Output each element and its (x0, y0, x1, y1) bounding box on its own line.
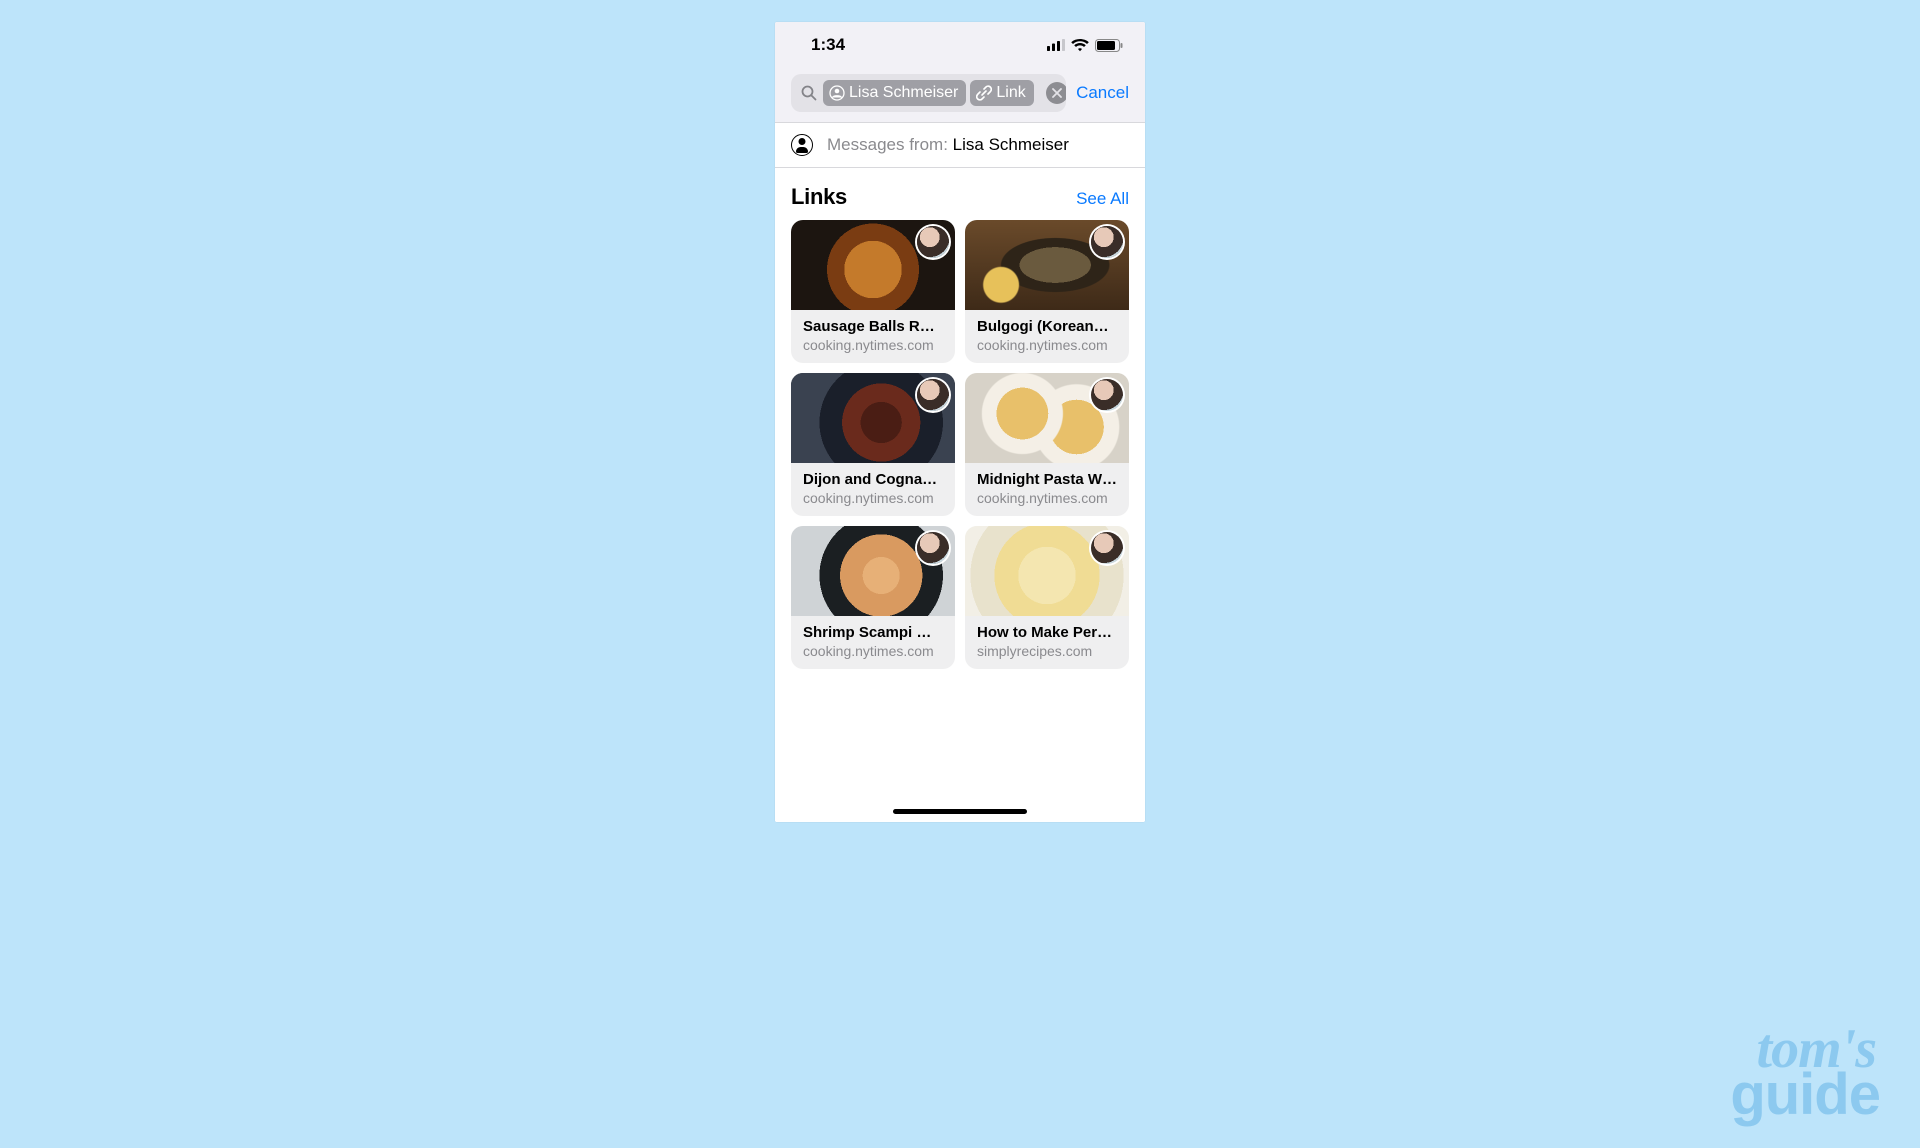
person-circle-icon (829, 85, 845, 101)
link-card[interactable]: Sausage Balls Re… cooking.nytimes.com (791, 220, 955, 363)
messages-from-label: Messages from: (827, 135, 948, 154)
link-domain: cooking.nytimes.com (803, 337, 943, 353)
link-thumbnail (791, 220, 955, 310)
person-circle-icon (791, 134, 813, 156)
chip-link-label: Link (996, 84, 1025, 102)
link-title: Bulgogi (Korean… (977, 318, 1117, 335)
messages-from-text: Messages from: Lisa Schmeiser (827, 135, 1069, 155)
link-domain: cooking.nytimes.com (977, 337, 1117, 353)
wifi-icon (1071, 39, 1089, 52)
link-title: Midnight Pasta W… (977, 471, 1117, 488)
link-thumbnail (791, 373, 955, 463)
link-title: Dijon and Cognac… (803, 471, 943, 488)
link-card[interactable]: Bulgogi (Korean… cooking.nytimes.com (965, 220, 1129, 363)
phone-frame: 1:34 (775, 22, 1145, 822)
search-row: Lisa Schmeiser Link Re (775, 68, 1145, 122)
sender-avatar (1091, 226, 1123, 258)
chip-person-label: Lisa Schmeiser (849, 84, 958, 102)
messages-from-row[interactable]: Messages from: Lisa Schmeiser (775, 122, 1145, 168)
link-thumbnail (965, 220, 1129, 310)
sender-avatar (917, 226, 949, 258)
sender-avatar (1091, 532, 1123, 564)
link-card[interactable]: Dijon and Cognac… cooking.nytimes.com (791, 373, 955, 516)
link-thumbnail (965, 373, 1129, 463)
status-indicators (1047, 39, 1123, 52)
link-domain: cooking.nytimes.com (803, 643, 943, 659)
search-chips: Lisa Schmeiser Link (823, 80, 1034, 106)
link-title: How to Make Perf… (977, 624, 1117, 641)
link-card[interactable]: How to Make Perf… simplyrecipes.com (965, 526, 1129, 669)
battery-icon (1095, 39, 1123, 52)
cancel-button[interactable]: Cancel (1076, 83, 1129, 103)
link-title: Shrimp Scampi W… (803, 624, 943, 641)
link-thumbnail (791, 526, 955, 616)
see-all-button[interactable]: See All (1076, 189, 1129, 209)
clear-search-button[interactable] (1046, 82, 1066, 104)
watermark-line2: guide (1730, 1072, 1880, 1118)
sender-avatar (917, 379, 949, 411)
sender-avatar (1091, 379, 1123, 411)
link-icon (976, 85, 992, 101)
phone-header-area: 1:34 (775, 22, 1145, 122)
link-card[interactable]: Midnight Pasta W… cooking.nytimes.com (965, 373, 1129, 516)
link-domain: simplyrecipes.com (977, 643, 1117, 659)
link-thumbnail (965, 526, 1129, 616)
results-content: Links See All Sausage Balls Re… cooking.… (775, 168, 1145, 822)
link-domain: cooking.nytimes.com (803, 490, 943, 506)
link-card[interactable]: Shrimp Scampi W… cooking.nytimes.com (791, 526, 955, 669)
links-grid: Sausage Balls Re… cooking.nytimes.com Bu… (791, 220, 1129, 669)
links-section-title: Links (791, 184, 847, 210)
status-time: 1:34 (811, 35, 845, 55)
sender-avatar (917, 532, 949, 564)
links-section-header: Links See All (791, 184, 1129, 210)
chip-person[interactable]: Lisa Schmeiser (823, 80, 966, 106)
status-bar: 1:34 (775, 22, 1145, 68)
xmark-icon (1052, 88, 1062, 98)
messages-from-name: Lisa Schmeiser (953, 135, 1069, 154)
chip-link[interactable]: Link (970, 80, 1033, 106)
home-indicator[interactable] (893, 809, 1027, 814)
link-domain: cooking.nytimes.com (977, 490, 1117, 506)
link-title: Sausage Balls Re… (803, 318, 943, 335)
search-icon (801, 85, 817, 101)
watermark-logo: tom's guide (1730, 1027, 1880, 1118)
cellular-icon (1047, 39, 1065, 51)
search-field[interactable]: Lisa Schmeiser Link Re (791, 74, 1066, 112)
